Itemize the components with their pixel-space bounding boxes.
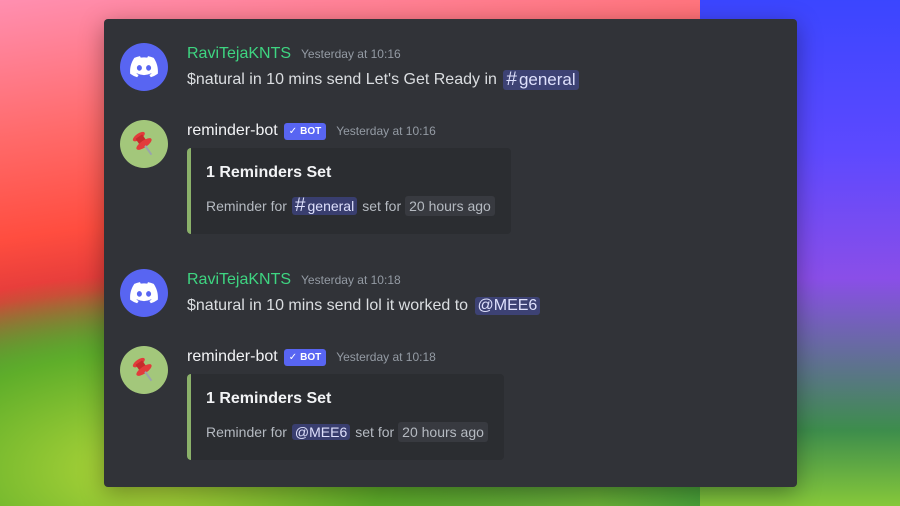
embed-desc-mid: set for (362, 198, 402, 214)
bot-badge: ✓ BOT (283, 122, 327, 140)
checkmark-icon: ✓ (288, 125, 298, 137)
embed-title: 1 Reminders Set (206, 390, 332, 407)
user-mention[interactable]: @MEE6 (474, 297, 541, 315)
username[interactable]: RaviTejaKNTS (187, 271, 291, 289)
duration-code: 20 hours ago (398, 422, 488, 442)
message-content: $natural in 10 mins send Let's Get Ready… (187, 67, 787, 93)
channel-mention-label: general (518, 70, 576, 89)
channel-mention[interactable]: # general (291, 195, 358, 216)
discord-logo-icon (130, 56, 158, 78)
timestamp: Yesterday at 10:18 (336, 350, 436, 364)
embed-title: 1 Reminders Set (206, 164, 332, 181)
message-content: $natural in 10 mins send lol it worked t… (187, 293, 787, 319)
reminder-embed: 1 Reminders Set Reminder for # general s… (187, 148, 511, 234)
embed-desc-mid: set for (355, 424, 395, 440)
message-text: $natural in 10 mins send lol it worked t… (187, 297, 469, 314)
bot-badge: ✓ BOT (283, 348, 327, 366)
embed-description: Reminder for # general set for 20 hours … (206, 196, 495, 216)
bot-avatar[interactable] (120, 120, 168, 168)
bot-badge-label: BOT (300, 125, 322, 137)
discord-avatar-icon[interactable] (120, 269, 168, 317)
reminder-embed: 1 Reminders Set Reminder for @MEE6 set f… (187, 374, 504, 460)
discord-avatar-icon[interactable] (120, 43, 168, 91)
channel-mention[interactable]: # general (503, 69, 579, 90)
username[interactable]: RaviTejaKNTS (187, 45, 291, 63)
hash-icon: # (294, 195, 306, 216)
message-text: $natural in 10 mins send Let's Get Ready… (187, 71, 497, 88)
pushpin-icon (132, 131, 153, 156)
hash-icon: # (506, 69, 517, 90)
embed-desc-prefix: Reminder for (206, 198, 287, 214)
embed-desc-prefix: Reminder for (206, 424, 287, 440)
timestamp: Yesterday at 10:18 (301, 273, 401, 287)
bot-avatar[interactable] (120, 346, 168, 394)
bot-badge-label: BOT (300, 351, 322, 363)
timestamp: Yesterday at 10:16 (301, 47, 401, 61)
pushpin-icon (132, 357, 153, 382)
checkmark-icon: ✓ (288, 351, 298, 363)
duration-code: 20 hours ago (405, 196, 495, 216)
timestamp: Yesterday at 10:16 (336, 124, 436, 138)
discord-logo-icon (130, 282, 158, 304)
chat-panel: RaviTejaKNTS Yesterday at 10:16 $natural… (104, 19, 797, 487)
channel-mention-label: general (307, 198, 355, 214)
username[interactable]: reminder-bot (187, 122, 278, 140)
username[interactable]: reminder-bot (187, 348, 278, 366)
embed-description: Reminder for @MEE6 set for 20 hours ago (206, 422, 488, 442)
user-mention[interactable]: @MEE6 (291, 424, 351, 440)
